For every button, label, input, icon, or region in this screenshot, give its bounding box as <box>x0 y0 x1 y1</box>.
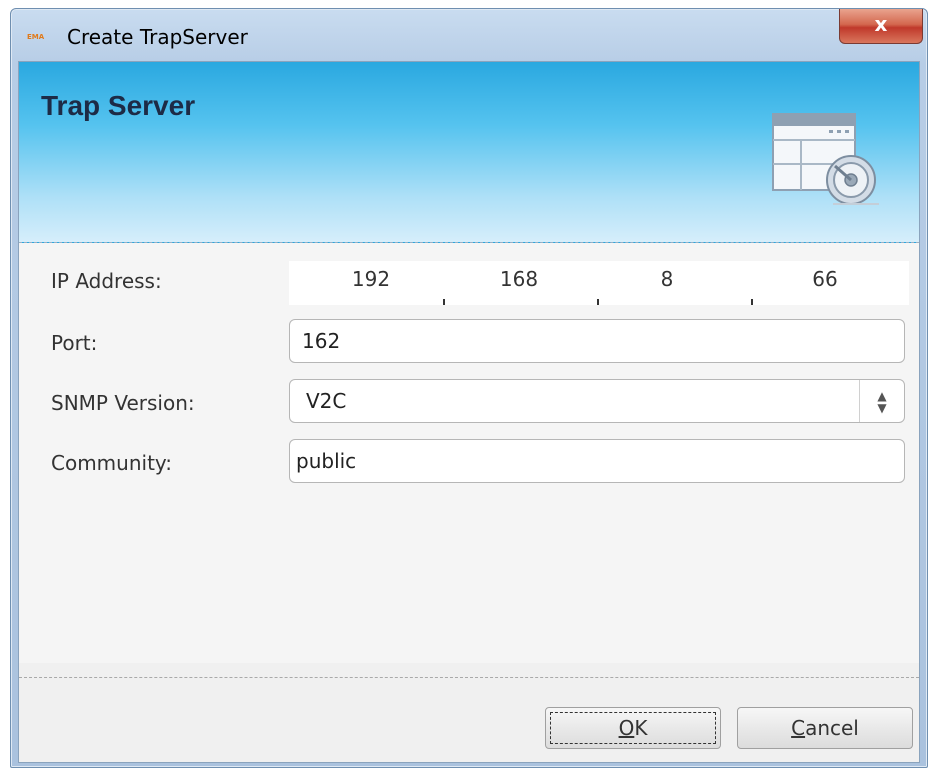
ip-separator <box>595 279 601 305</box>
title-bar[interactable]: EMA Create TrapServer x <box>11 9 927 61</box>
snmp-version-select[interactable]: V2C ▲ ▼ <box>289 379 905 423</box>
ip-octet-4[interactable]: 66 <box>775 267 875 291</box>
dialog-window: EMA Create TrapServer x Trap Server IP A… <box>10 8 928 768</box>
header-banner: Trap Server <box>19 62 919 243</box>
close-icon: x <box>874 12 888 36</box>
ok-label-rest: K <box>634 716 648 740</box>
server-settings-icon <box>772 113 879 205</box>
community-label: Community: <box>51 451 173 475</box>
ip-separator <box>441 279 447 305</box>
ip-separator <box>749 279 755 305</box>
ip-octet-3[interactable]: 8 <box>617 267 717 291</box>
form-area: IP Address: 192 168 8 66 Port: 162 SNMP … <box>19 243 919 663</box>
cancel-button[interactable]: Cancel <box>737 707 913 749</box>
port-label: Port: <box>51 331 98 355</box>
cancel-mnemonic: C <box>791 716 806 740</box>
dialog-client-area: Trap Server IP Address: 192 168 8 66 Por… <box>18 61 920 763</box>
cancel-label-rest: ancel <box>805 716 859 740</box>
up-down-arrows-icon[interactable]: ▲ ▼ <box>859 380 904 422</box>
snmp-version-value: V2C <box>306 389 347 413</box>
ip-octet-1[interactable]: 192 <box>321 267 421 291</box>
ok-button[interactable]: OK <box>545 707 721 749</box>
banner-title: Trap Server <box>41 90 196 121</box>
ip-address-input[interactable]: 192 168 8 66 <box>289 261 909 305</box>
close-button[interactable]: x <box>839 9 923 44</box>
port-input[interactable]: 162 <box>289 319 905 363</box>
ok-mnemonic: O <box>618 716 635 740</box>
app-icon: EMA <box>27 33 45 41</box>
community-input[interactable]: public <box>289 439 905 483</box>
ip-address-label: IP Address: <box>51 269 162 293</box>
window-title: Create TrapServer <box>67 25 248 49</box>
snmp-version-label: SNMP Version: <box>51 391 195 415</box>
ip-octet-2[interactable]: 168 <box>469 267 569 291</box>
footer-divider <box>19 677 919 678</box>
